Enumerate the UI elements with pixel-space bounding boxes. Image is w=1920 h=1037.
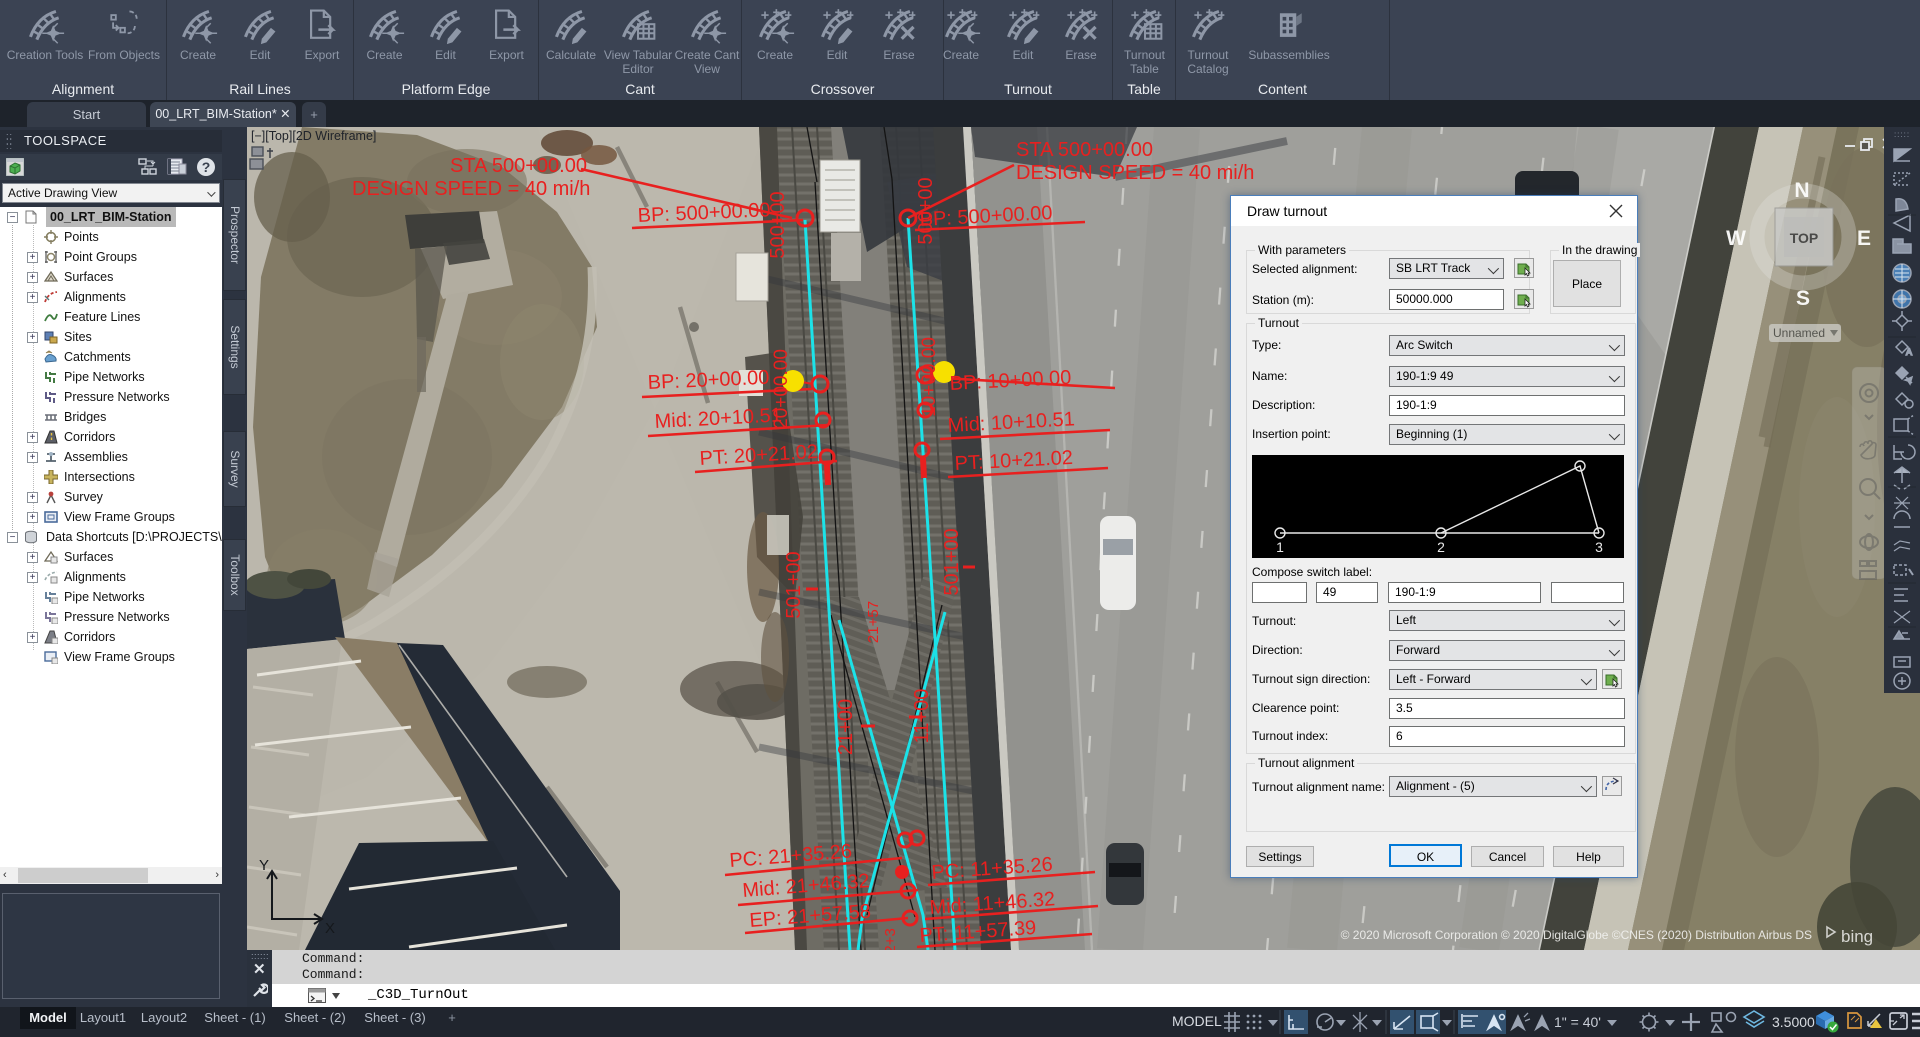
svg-text:1" = 40': 1" = 40' (1554, 1014, 1601, 1030)
svg-text:10+00.00: 10+00.00 (919, 337, 940, 417)
svg-text:1: 1 (1276, 539, 1284, 555)
svg-text:bing: bing (1841, 927, 1873, 946)
svg-text:N: N (1794, 179, 1809, 202)
svg-text:E: E (1857, 227, 1871, 250)
svg-text:Y: Y (259, 857, 269, 874)
svg-text:X: X (325, 920, 335, 937)
svg-text:3: 3 (1595, 539, 1603, 555)
svg-text:501+00: 501+00 (941, 528, 963, 595)
svg-text:A: A (1906, 347, 1912, 357)
svg-text:© 2020 Microsoft Corporation ©: © 2020 Microsoft Corporation © 2020 Digi… (1341, 928, 1812, 942)
svg-text:STA 500+00.00: STA 500+00.00 (1016, 139, 1153, 161)
svg-text:500+00: 500+00 (767, 191, 789, 258)
svg-text:3.5000: 3.5000 (1772, 1014, 1815, 1030)
svg-text:[−][Top][2D Wireframe]: [−][Top][2D Wireframe] (251, 129, 376, 143)
svg-text:TOP: TOP (1790, 230, 1819, 246)
svg-text:500+00: 500+00 (915, 177, 937, 244)
svg-text:21+00: 21+00 (835, 699, 857, 755)
svg-text:STA 500+00.00: STA 500+00.00 (450, 155, 587, 177)
svg-text:52+3: 52+3 (882, 928, 899, 950)
svg-text:20+00.00: 20+00.00 (771, 349, 792, 429)
svg-text:DESIGN SPEED = 40 mi/h: DESIGN SPEED = 40 mi/h (352, 178, 590, 200)
svg-text::::::: ::::: (1894, 130, 1910, 139)
svg-text:Unnamed: Unnamed (1773, 326, 1825, 340)
svg-text:MODEL: MODEL (1172, 1013, 1222, 1029)
svg-text:21+57: 21+57 (865, 601, 882, 643)
svg-text:?: ? (202, 159, 211, 175)
svg-text:501+00: 501+00 (783, 551, 805, 618)
svg-text:DESIGN SPEED = 40 mi/h: DESIGN SPEED = 40 mi/h (1016, 162, 1254, 184)
svg-text:W: W (1726, 227, 1746, 250)
svg-text:2: 2 (1437, 539, 1445, 555)
svg-text:S: S (1796, 287, 1810, 310)
